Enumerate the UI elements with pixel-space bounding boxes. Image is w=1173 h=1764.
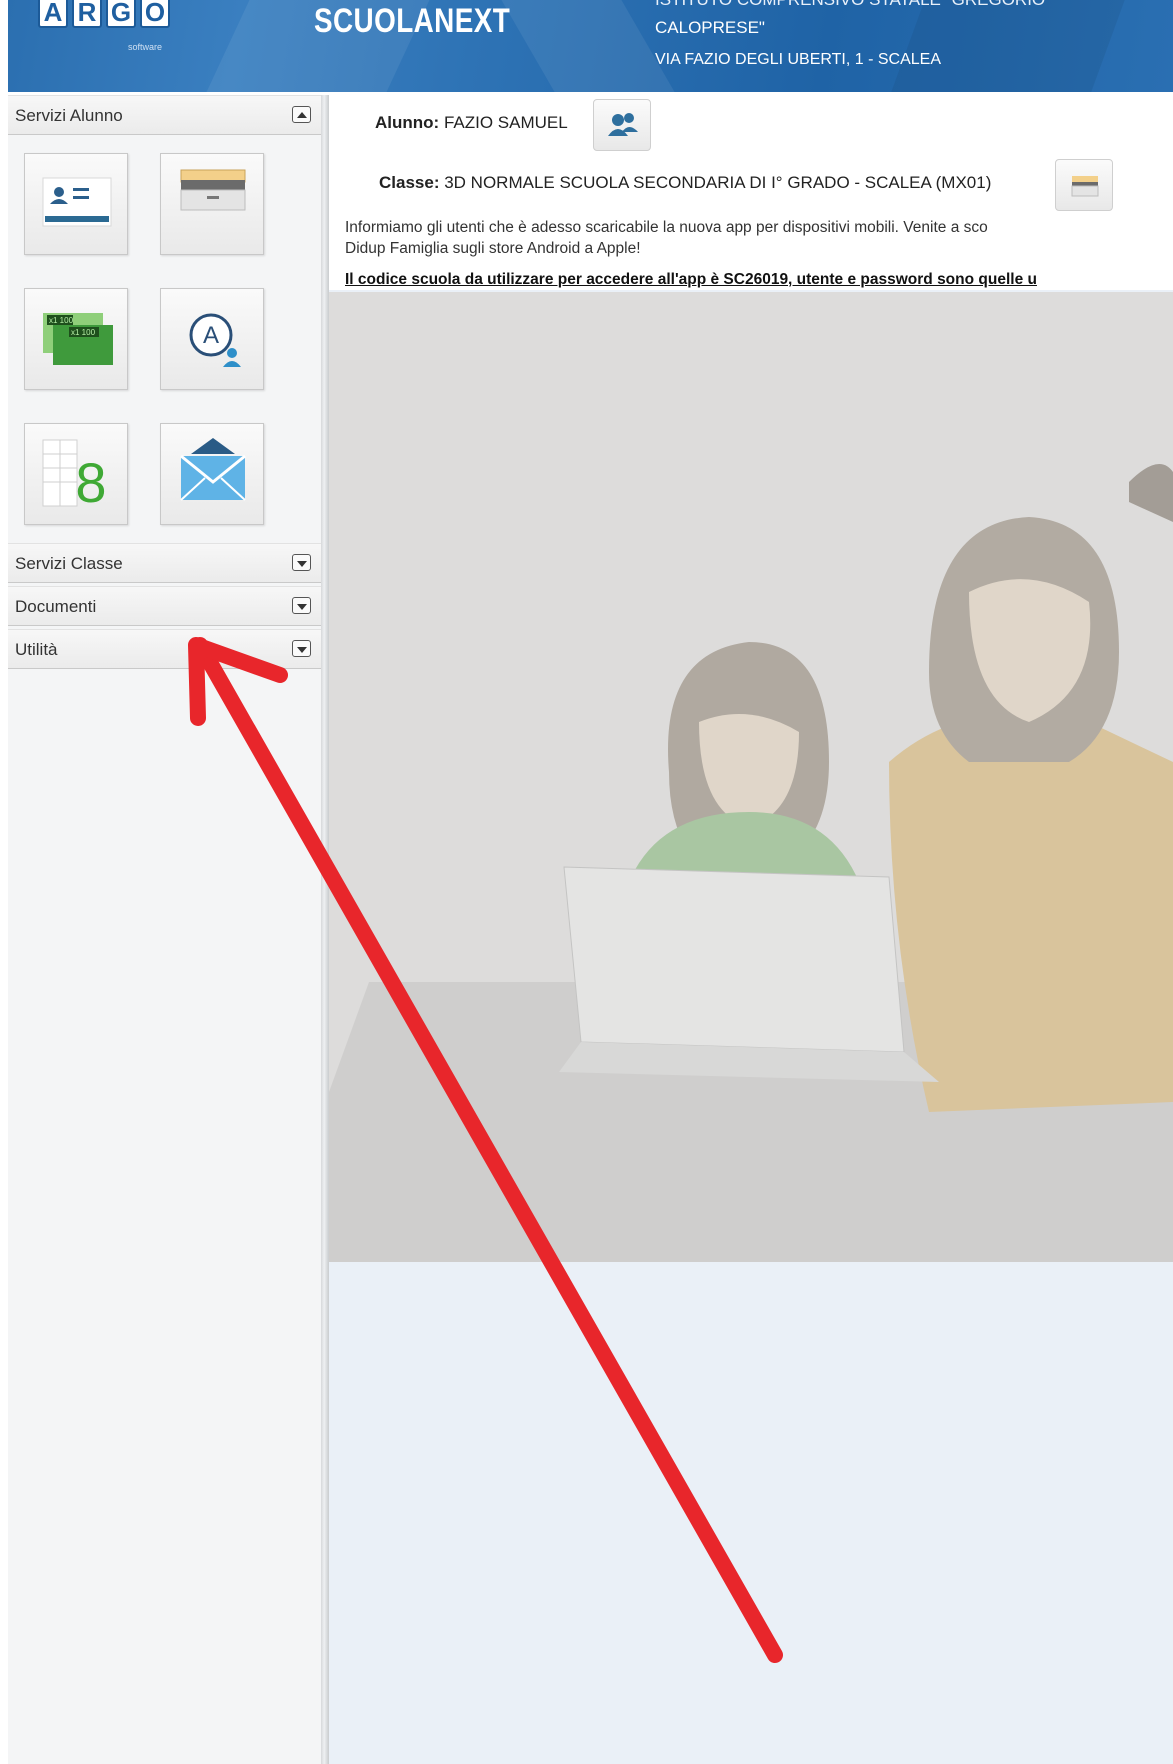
announcement-line: Informiamo gli utenti che è adesso scari… [345,219,988,236]
tile-grades[interactable]: x1 100 x1 100 [24,288,128,390]
school-address: VIA FAZIO DEGLI UBERTI, 1 - SCALEA [655,51,942,68]
panel-servizi-alunno[interactable]: Servizi Alunno [8,95,321,135]
tile-messages[interactable] [160,423,264,525]
student-name: FAZIO SAMUEL [443,113,568,132]
student-label: Alunno: [375,113,440,132]
archive-drawer-icon [1071,176,1099,197]
grades-report-icon: x1 100 x1 100 [43,313,113,365]
announcement-school-code: Il codice scuola da utilizzare per acced… [345,271,1037,288]
school-name-line1: ISTITUTO COMPRENSIVO STATALE "GREGORIO [655,0,1045,10]
panel-utilita[interactable]: Utilità [8,629,321,669]
student-row: Alunno: FAZIO SAMUEL [375,113,568,133]
panel-title: Servizi Classe [15,554,123,573]
main-content: Alunno: FAZIO SAMUEL Classe: 3D NORMALE … [329,95,1173,1764]
logo-letter: A [38,0,68,28]
logo-letter: R [72,0,102,28]
school-name-line2: CALOPRESE" [655,18,765,37]
expand-icon[interactable] [292,597,311,614]
class-name: 3D NORMALE SCUOLA SECONDARIA DI I° GRADO… [444,173,992,192]
archive-drawer-icon [180,169,246,211]
app-header: A R G O software SCUOLANEXT ISTITUTO COM… [8,0,1173,92]
class-archive-button[interactable] [1055,159,1113,211]
welcome-illustration [329,292,1173,1262]
argo-logo[interactable]: A R G O [38,0,170,28]
logo-subtitle: software [128,42,163,52]
sidebar-resize-handle[interactable] [321,95,329,1764]
logo-letter: O [140,0,170,28]
student-info-panel: Alunno: FAZIO SAMUEL Classe: 3D NORMALE … [329,95,1173,290]
users-icon [608,113,638,136]
announcement-line: Didup Famiglia sugli store Android a App… [345,240,641,257]
letter-a: A [203,322,219,349]
announcement-text: Informiamo gli utenti che è adesso scari… [345,217,1173,259]
panel-title: Utilità [15,640,58,659]
expand-icon[interactable] [292,554,311,571]
app-window: A R G O software SCUOLANEXT ISTITUTO COM… [0,0,1173,1764]
mail-envelope-icon [180,438,246,501]
panel-servizi-classe[interactable]: Servizi Classe [8,543,321,583]
logo-letter: G [106,0,136,28]
class-row: Classe: 3D NORMALE SCUOLA SECONDARIA DI … [379,173,991,193]
collapse-icon[interactable] [292,106,311,123]
tile-grade-book[interactable]: 8 [24,423,128,525]
brand-title: SCUOLANEXT [314,2,511,40]
sidebar: Servizi Alunno x1 100 x1 100 A 8 Servizi… [8,95,321,1764]
grade-label: x1 100 [49,316,74,325]
tile-student-record[interactable] [24,153,128,255]
grade-label: x1 100 [71,328,96,337]
tile-archive[interactable] [160,153,264,255]
people-at-laptop-illustration [329,292,1173,1262]
expand-icon[interactable] [292,640,311,657]
grade-digit: 8 [75,451,106,514]
panel-title: Documenti [15,597,97,616]
class-label: Classe: [379,173,440,192]
tile-user-assign[interactable]: A [160,288,264,390]
user-assign-icon: A [189,313,241,367]
student-card-icon [42,177,112,227]
panel-documenti[interactable]: Documenti [8,586,321,626]
panel-title: Servizi Alunno [15,106,123,125]
select-student-button[interactable] [593,99,651,151]
grade-notebook-icon: 8 [42,439,107,514]
